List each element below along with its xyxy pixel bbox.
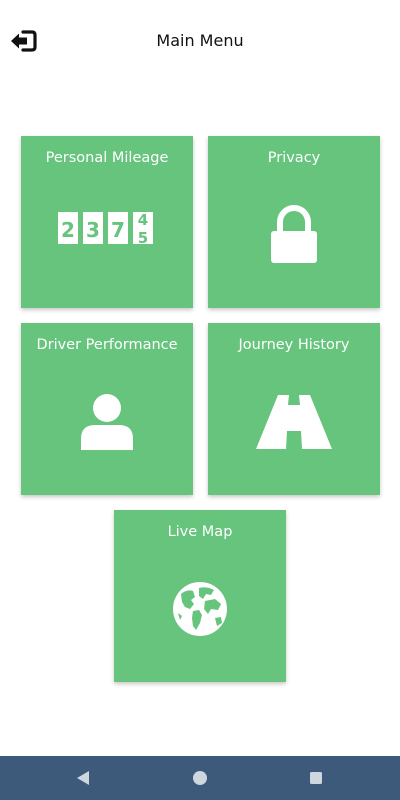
journey-history-tile[interactable]: Journey History bbox=[208, 323, 380, 495]
tile-label: Journey History bbox=[238, 337, 350, 353]
person-icon bbox=[79, 393, 135, 455]
main-menu-screen: Main Menu Personal Mileage 2 3 7 4 5 Pri… bbox=[0, 0, 400, 800]
padlock-icon bbox=[268, 204, 320, 268]
page-title: Main Menu bbox=[156, 31, 244, 50]
odometer-digit: 2 bbox=[61, 218, 75, 242]
odometer-icon: 2 3 7 4 5 bbox=[58, 208, 156, 256]
odometer-rolling-digit: 5 bbox=[138, 229, 148, 247]
odometer-rolling-digit: 4 bbox=[138, 211, 148, 229]
tile-label: Driver Performance bbox=[36, 337, 178, 353]
tile-label: Live Map bbox=[167, 524, 233, 540]
tile-label: Personal Mileage bbox=[45, 150, 169, 166]
nav-home-icon bbox=[193, 771, 207, 785]
system-navigation-bar bbox=[0, 756, 400, 800]
nav-back-icon bbox=[77, 771, 89, 785]
personal-mileage-tile[interactable]: Personal Mileage 2 3 7 4 5 bbox=[21, 136, 193, 308]
globe-icon bbox=[171, 580, 229, 642]
nav-home-button[interactable] bbox=[190, 768, 210, 788]
privacy-tile[interactable]: Privacy bbox=[208, 136, 380, 308]
nav-back-button[interactable] bbox=[74, 768, 94, 788]
road-icon bbox=[254, 393, 334, 455]
nav-recents-button[interactable] bbox=[306, 768, 326, 788]
live-map-tile[interactable]: Live Map bbox=[114, 510, 286, 682]
driver-performance-tile[interactable]: Driver Performance bbox=[21, 323, 193, 495]
odometer-digit: 3 bbox=[86, 218, 100, 242]
nav-recents-icon bbox=[310, 772, 322, 784]
top-bar: Main Menu bbox=[0, 0, 400, 80]
tile-label: Privacy bbox=[267, 150, 321, 166]
odometer-digit: 7 bbox=[111, 218, 125, 242]
